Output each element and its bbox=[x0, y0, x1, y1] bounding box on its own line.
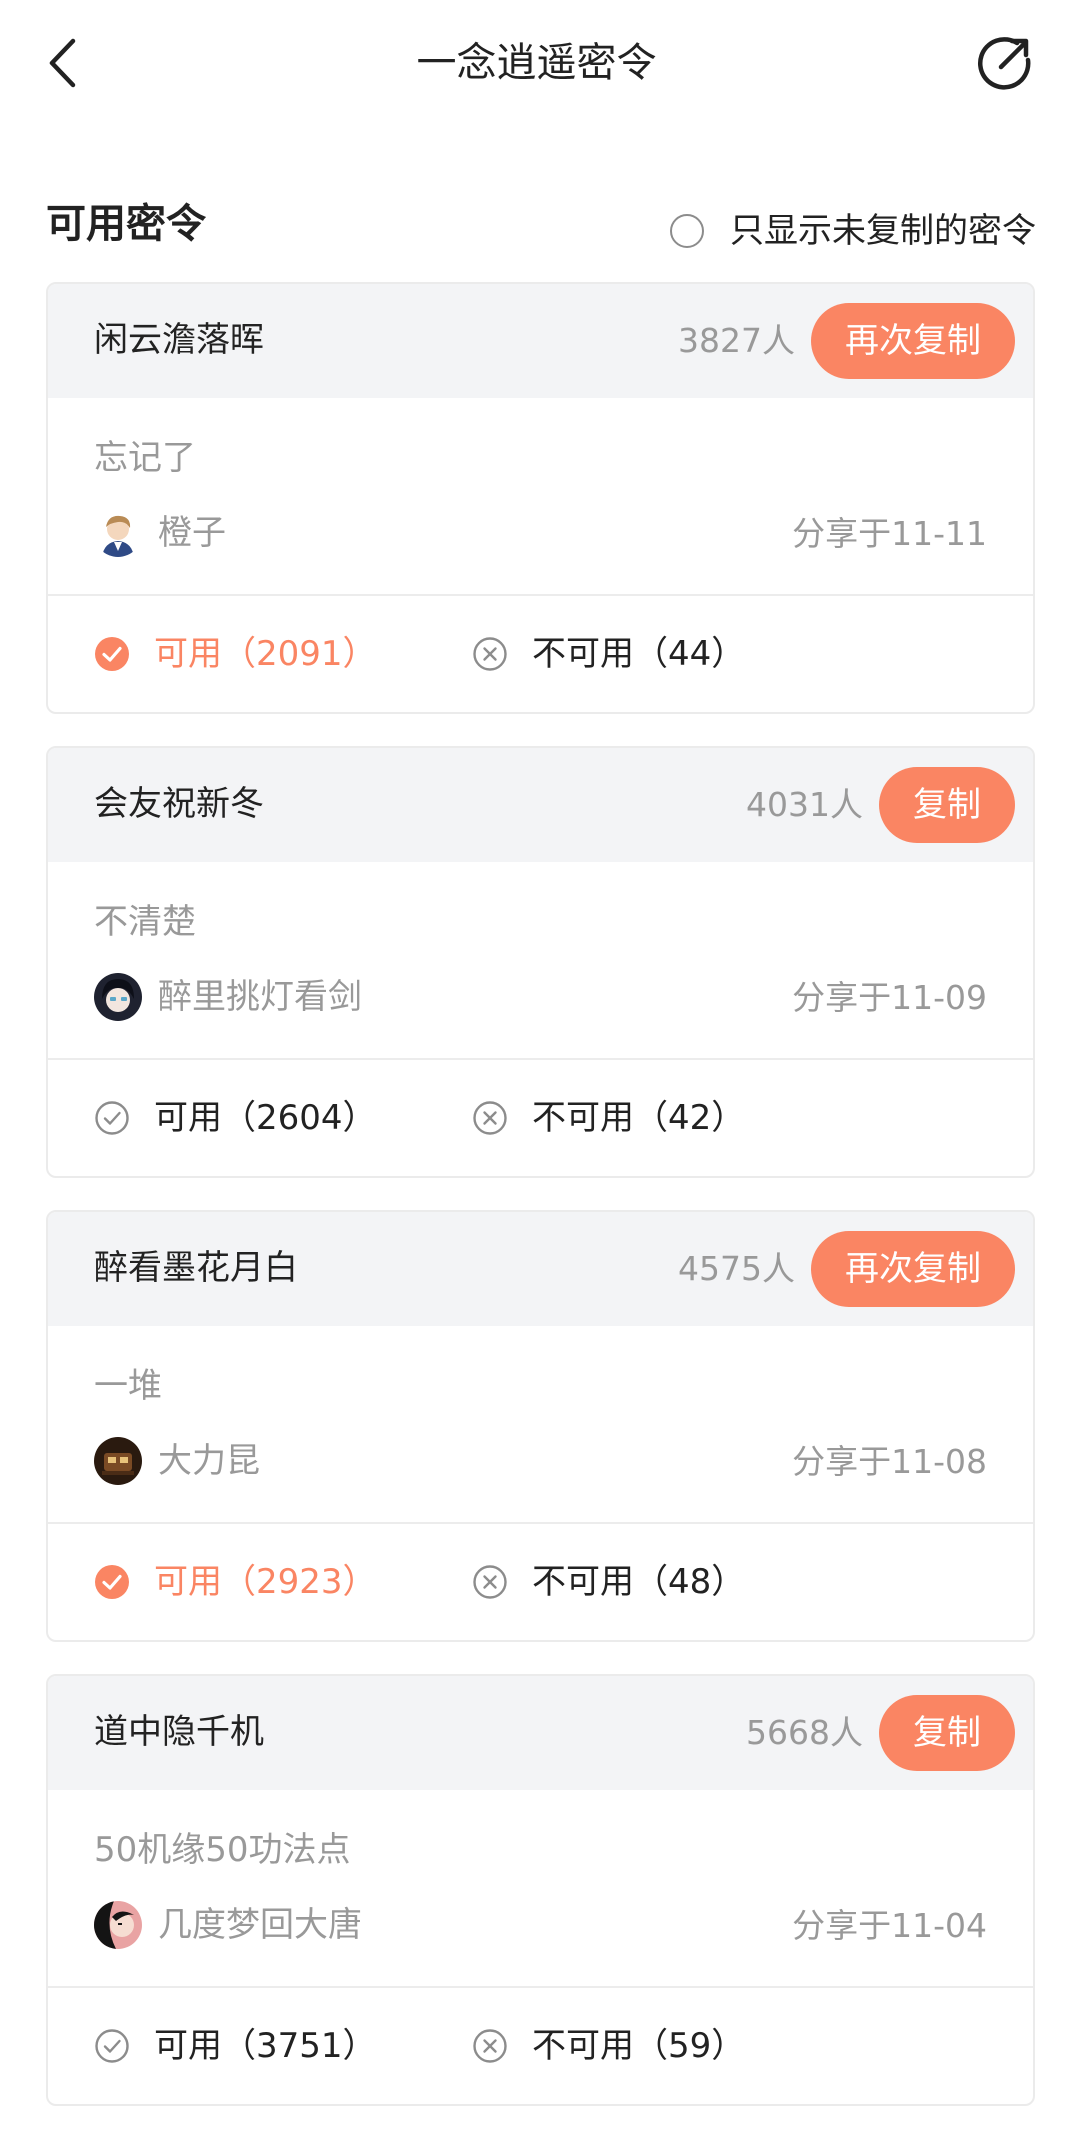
valid-label: 可用（2604） bbox=[154, 1098, 377, 1138]
avatar-image-icon bbox=[94, 1901, 142, 1949]
card-body: 50机缘50功法点 几度梦回大唐 分享于11-04 bbox=[48, 1790, 1033, 1988]
valid-label: 可用（2091） bbox=[154, 634, 377, 674]
code-card: 会友祝新冬 4031人 复制 不清楚 醉里挑灯看剑 分享于11-09 可用（26… bbox=[46, 746, 1035, 1178]
card-body: 忘记了 橙子 分享于11-11 bbox=[48, 398, 1033, 596]
author-name: 醉里挑灯看剑 bbox=[158, 977, 362, 1017]
share-arrow-icon bbox=[978, 37, 1031, 90]
section-header: 可用密令 只显示未复制的密令 bbox=[46, 196, 1036, 256]
cross-circle-icon bbox=[472, 1564, 508, 1600]
invalid-label: 不可用（59） bbox=[532, 2026, 746, 2066]
card-votes: 可用（2091） 不可用（44） bbox=[48, 596, 1033, 712]
card-header: 闲云澹落晖 3827人 再次复制 bbox=[48, 284, 1033, 398]
copy-again-button[interactable]: 再次复制 bbox=[811, 303, 1015, 379]
check-circle-icon bbox=[94, 1100, 130, 1136]
copy-button[interactable]: 复制 bbox=[879, 767, 1015, 843]
card-actions: 3827人 再次复制 bbox=[678, 303, 1015, 379]
card-header: 会友祝新冬 4031人 复制 bbox=[48, 748, 1033, 862]
card-body: 一堆 大力昆 分享于11-08 bbox=[48, 1326, 1033, 1524]
author-info: 醉里挑灯看剑 bbox=[94, 972, 362, 1022]
author-name: 大力昆 bbox=[158, 1441, 260, 1481]
vote-valid[interactable]: 可用（2604） bbox=[94, 1090, 377, 1146]
code-title: 会友祝新冬 bbox=[94, 784, 264, 824]
valid-label: 可用（2923） bbox=[154, 1562, 377, 1602]
vote-valid[interactable]: 可用（2923） bbox=[94, 1554, 377, 1610]
share-date: 分享于11-11 bbox=[792, 514, 987, 553]
card-header: 道中隐千机 5668人 复制 bbox=[48, 1676, 1033, 1790]
cross-circle-icon bbox=[472, 636, 508, 672]
invalid-label: 不可用（48） bbox=[532, 1562, 746, 1602]
radio-icon[interactable] bbox=[670, 214, 704, 248]
filter-label: 只显示未复制的密令 bbox=[730, 211, 1036, 251]
code-description: 一堆 bbox=[94, 1366, 162, 1406]
user-count: 4031人 bbox=[746, 785, 863, 824]
check-circle-icon bbox=[94, 2028, 130, 2064]
cross-circle-icon bbox=[472, 1100, 508, 1136]
invalid-label: 不可用（42） bbox=[532, 1098, 746, 1138]
author-info: 几度梦回大唐 bbox=[94, 1900, 362, 1950]
card-votes: 可用（2923） 不可用（48） bbox=[48, 1524, 1033, 1640]
vote-invalid[interactable]: 不可用（42） bbox=[472, 1090, 745, 1146]
avatar bbox=[94, 509, 142, 557]
invalid-label: 不可用（44） bbox=[532, 634, 746, 674]
vote-valid[interactable]: 可用（3751） bbox=[94, 2018, 377, 2074]
avatar bbox=[94, 1901, 142, 1949]
share-date: 分享于11-04 bbox=[792, 1906, 987, 1945]
code-title: 道中隐千机 bbox=[94, 1712, 264, 1752]
user-count: 3827人 bbox=[678, 321, 795, 360]
card-votes: 可用（3751） 不可用（59） bbox=[48, 1988, 1033, 2104]
code-card: 醉看墨花月白 4575人 再次复制 一堆 大力昆 分享于11-08 可用（292… bbox=[46, 1210, 1035, 1642]
user-count: 4575人 bbox=[678, 1249, 795, 1288]
author-name: 橙子 bbox=[158, 513, 226, 553]
page-title: 一念逍遥密令 bbox=[416, 40, 657, 86]
vote-invalid[interactable]: 不可用（44） bbox=[472, 626, 745, 682]
copy-again-button[interactable]: 再次复制 bbox=[811, 1231, 1015, 1307]
code-title: 闲云澹落晖 bbox=[94, 320, 264, 360]
section-title: 可用密令 bbox=[46, 201, 206, 247]
card-votes: 可用（2604） 不可用（42） bbox=[48, 1060, 1033, 1176]
vote-invalid[interactable]: 不可用（59） bbox=[472, 2018, 745, 2074]
check-filled-icon bbox=[94, 636, 130, 672]
card-actions: 4031人 复制 bbox=[746, 767, 1015, 843]
unused-only-filter[interactable]: 只显示未复制的密令 bbox=[670, 208, 1036, 254]
check-filled-icon bbox=[94, 1564, 130, 1600]
copy-button[interactable]: 复制 bbox=[879, 1695, 1015, 1771]
user-count: 5668人 bbox=[746, 1713, 863, 1752]
avatar-image-icon bbox=[94, 509, 142, 557]
card-body: 不清楚 醉里挑灯看剑 分享于11-09 bbox=[48, 862, 1033, 1060]
code-description: 50机缘50功法点 bbox=[94, 1830, 351, 1870]
code-description: 不清楚 bbox=[94, 902, 196, 942]
author-info: 大力昆 bbox=[94, 1436, 260, 1486]
card-actions: 5668人 复制 bbox=[746, 1695, 1015, 1771]
valid-label: 可用（3751） bbox=[154, 2026, 377, 2066]
code-title: 醉看墨花月白 bbox=[94, 1248, 298, 1288]
cross-circle-icon bbox=[472, 2028, 508, 2064]
avatar-image-icon bbox=[94, 1437, 142, 1485]
author-info: 橙子 bbox=[94, 508, 226, 558]
avatar bbox=[94, 1437, 142, 1485]
share-date: 分享于11-09 bbox=[792, 978, 987, 1017]
vote-invalid[interactable]: 不可用（48） bbox=[472, 1554, 745, 1610]
vote-valid[interactable]: 可用（2091） bbox=[94, 626, 377, 682]
share-button[interactable] bbox=[976, 34, 1034, 92]
card-actions: 4575人 再次复制 bbox=[678, 1231, 1015, 1307]
card-header: 醉看墨花月白 4575人 再次复制 bbox=[48, 1212, 1033, 1326]
avatar bbox=[94, 973, 142, 1021]
code-card: 道中隐千机 5668人 复制 50机缘50功法点 几度梦回大唐 分享于11-04 bbox=[46, 1674, 1035, 2106]
code-card: 闲云澹落晖 3827人 再次复制 忘记了 橙子 分享于11-11 可用（2091… bbox=[46, 282, 1035, 714]
share-date: 分享于11-08 bbox=[792, 1442, 987, 1481]
avatar-image-icon bbox=[94, 973, 142, 1021]
author-name: 几度梦回大唐 bbox=[158, 1905, 362, 1945]
code-description: 忘记了 bbox=[94, 438, 196, 478]
nav-bar: 一念逍遥密令 bbox=[0, 0, 1073, 130]
